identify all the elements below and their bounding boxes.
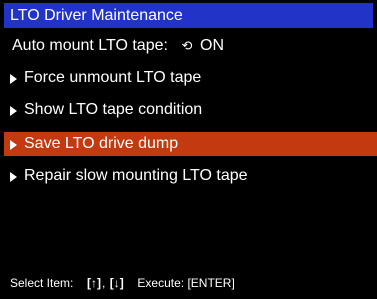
key-help-footer: Select Item: [↑], [↓] Execute: [ENTER] bbox=[10, 274, 235, 292]
execute-label: Execute: [ENTER] bbox=[137, 276, 235, 290]
key-separator: , bbox=[102, 276, 106, 290]
menu-item-force-unmount[interactable]: Force unmount LTO tape bbox=[4, 66, 377, 90]
menu-item-label: Show LTO tape condition bbox=[24, 101, 203, 118]
menu-item-show-condition[interactable]: Show LTO tape condition bbox=[4, 98, 377, 122]
triangle-right-icon bbox=[10, 106, 17, 116]
auto-mount-value-group[interactable]: ⟲ ON bbox=[180, 34, 224, 58]
select-item-label: Select Item: bbox=[10, 276, 74, 290]
triangle-right-icon bbox=[10, 140, 17, 150]
auto-mount-setting[interactable]: Auto mount LTO tape: ⟲ ON bbox=[4, 34, 377, 58]
menu-item-label: Repair slow mounting LTO tape bbox=[24, 167, 248, 184]
menu-item-label: Save LTO drive dump bbox=[24, 135, 179, 152]
menu-item-save-dump[interactable]: Save LTO drive dump bbox=[4, 132, 377, 156]
triangle-right-icon bbox=[10, 172, 17, 182]
auto-mount-label: Auto mount LTO tape: bbox=[12, 37, 168, 54]
arrow-up-key: [↑] bbox=[87, 276, 102, 290]
cycle-icon: ⟲ bbox=[181, 38, 193, 53]
menu-item-label: Force unmount LTO tape bbox=[24, 69, 202, 86]
page-title: LTO Driver Maintenance bbox=[4, 3, 373, 28]
screen: LTO Driver Maintenance Auto mount LTO ta… bbox=[0, 0, 377, 299]
arrow-down-key: [↓] bbox=[109, 276, 124, 290]
triangle-right-icon bbox=[10, 74, 17, 84]
menu-item-repair-slow[interactable]: Repair slow mounting LTO tape bbox=[4, 164, 377, 188]
auto-mount-value: ON bbox=[200, 37, 224, 54]
